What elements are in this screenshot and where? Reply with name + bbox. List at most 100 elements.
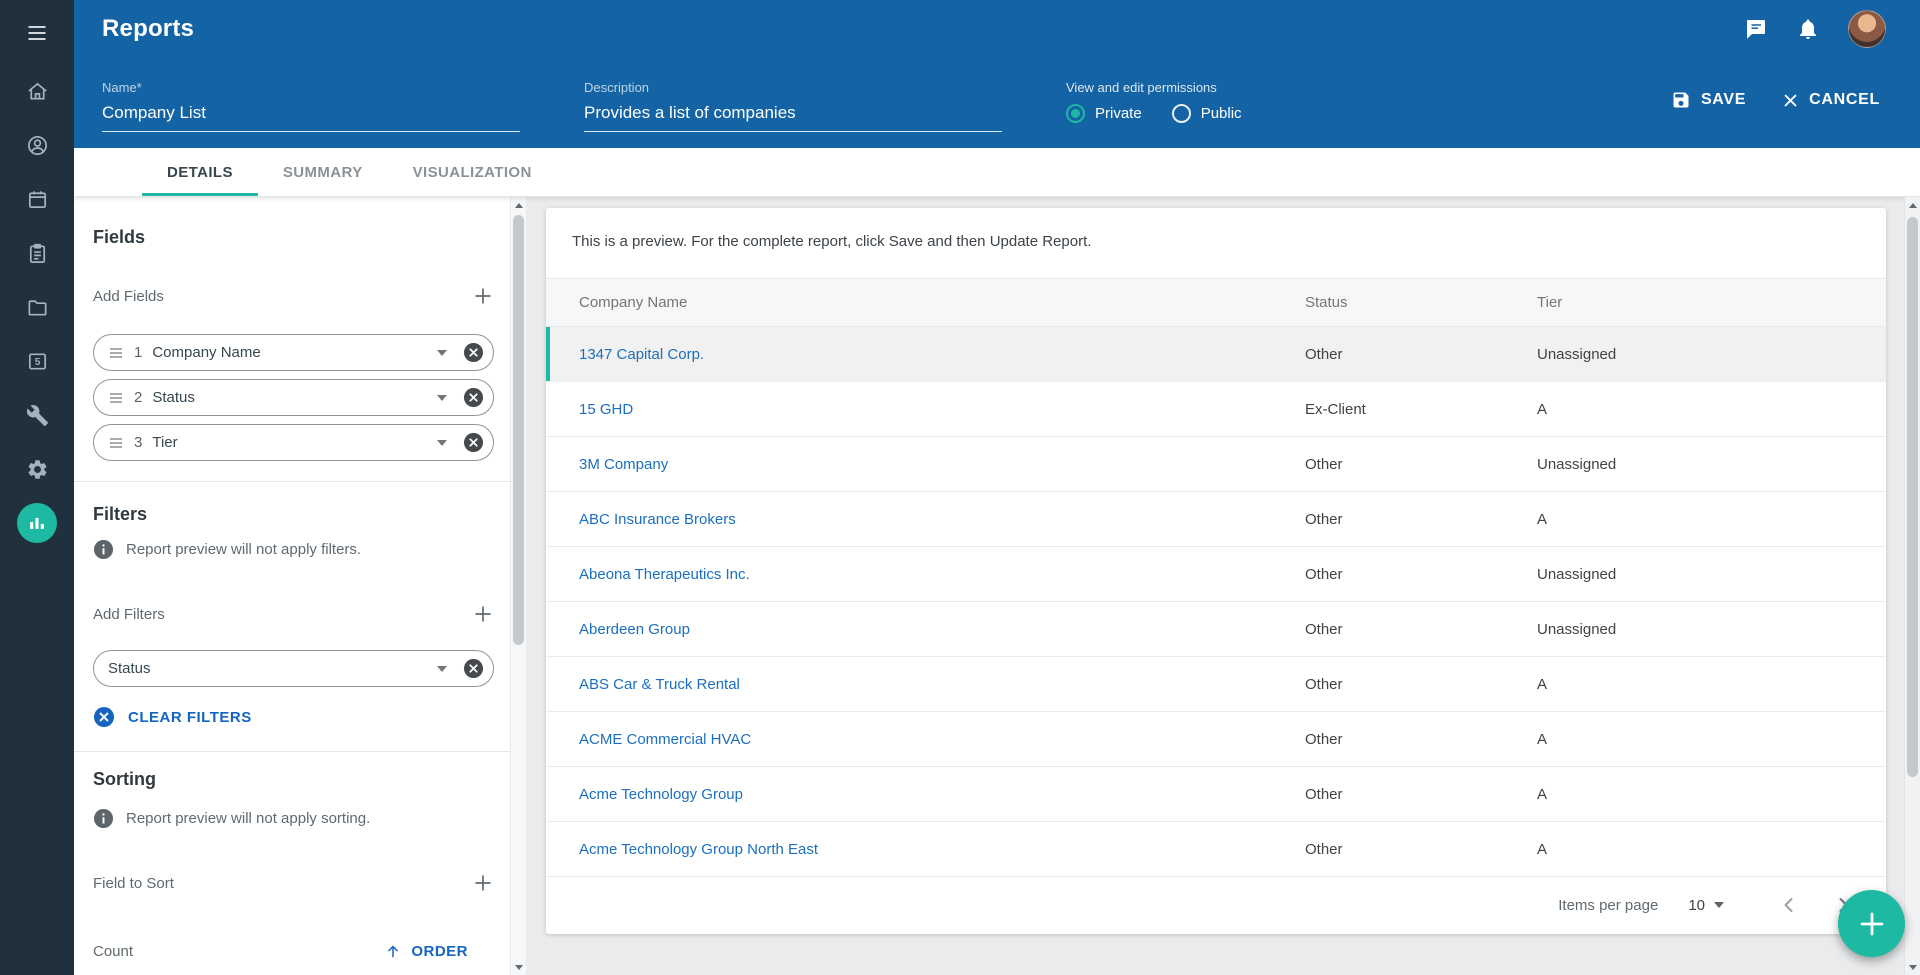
radio-private[interactable]: Private (1066, 104, 1142, 123)
table-row[interactable]: ABC Insurance Brokers Other A (546, 492, 1886, 547)
add-fields-button[interactable] (472, 285, 494, 307)
filters-note: Report preview will not apply filters. (126, 541, 361, 558)
radio-private-label: Private (1095, 105, 1142, 122)
table-row[interactable]: Abeona Therapeutics Inc. Other Unassigne… (546, 547, 1886, 602)
nav-item-contacts[interactable] (17, 125, 57, 165)
tab-details[interactable]: DETAILS (142, 148, 258, 196)
company-link[interactable]: Aberdeen Group (579, 621, 690, 638)
remove-icon[interactable] (463, 387, 484, 408)
company-link[interactable]: Acme Technology Group North East (579, 841, 818, 858)
tier-cell: Unassigned (1537, 456, 1886, 473)
avatar[interactable] (1848, 10, 1886, 48)
tab-summary[interactable]: SUMMARY (258, 148, 388, 196)
scroll-up-icon[interactable] (1905, 197, 1920, 213)
remove-icon[interactable] (463, 658, 484, 679)
table-row[interactable]: 3M Company Other Unassigned (546, 437, 1886, 492)
clear-filters-button[interactable]: CLEAR FILTERS (93, 705, 494, 729)
company-link[interactable]: ABC Insurance Brokers (579, 511, 736, 528)
scrollbar-thumb[interactable] (1907, 217, 1918, 777)
permissions-label: View and edit permissions (1066, 80, 1242, 95)
table-row[interactable]: Aberdeen Group Other Unassigned (546, 602, 1886, 657)
add-sort-field-button[interactable] (472, 872, 494, 894)
filter-chip-status[interactable]: Status (93, 650, 494, 687)
nav-item-folder[interactable] (17, 287, 57, 327)
notifications-icon[interactable] (1796, 17, 1820, 41)
table-row[interactable]: Acme Technology Group Other A (546, 767, 1886, 822)
nav-item-calendar[interactable] (17, 179, 57, 219)
column-header-tier: Tier (1537, 294, 1886, 311)
company-link[interactable]: 1347 Capital Corp. (579, 346, 704, 363)
name-label: Name* (102, 80, 520, 95)
column-header-status: Status (1305, 294, 1537, 311)
field-chip-status[interactable]: 2 Status (93, 379, 494, 416)
menu-icon[interactable] (17, 13, 57, 53)
nav-item-home[interactable] (17, 71, 57, 111)
arrow-up-icon (384, 942, 402, 960)
company-link[interactable]: 3M Company (579, 456, 668, 473)
company-link[interactable]: ACME Commercial HVAC (579, 731, 751, 748)
table-row[interactable]: 15 GHD Ex-Client A (546, 382, 1886, 437)
field-to-sort-label: Field to Sort (93, 875, 174, 892)
table-row[interactable]: ACME Commercial HVAC Other A (546, 712, 1886, 767)
nav-item-tools[interactable] (17, 395, 57, 435)
scroll-down-icon[interactable] (511, 959, 527, 975)
radio-unselected-icon[interactable] (1172, 104, 1191, 123)
nav-item-card-5[interactable]: 5 (17, 341, 57, 381)
permissions-group: View and edit permissions Private Public (1066, 80, 1242, 123)
nav-item-settings[interactable] (17, 449, 57, 489)
field-chip-tier[interactable]: 3 Tier (93, 424, 494, 461)
status-cell: Other (1305, 841, 1537, 858)
save-icon (1671, 90, 1691, 110)
table-row[interactable]: Acme Technology Group North East Other A (546, 822, 1886, 877)
field-order: 2 (134, 389, 142, 406)
chevron-down-icon[interactable] (437, 440, 447, 446)
company-link[interactable]: Abeona Therapeutics Inc. (579, 566, 750, 583)
nav-item-reports[interactable] (17, 503, 57, 543)
filter-label: Status (108, 660, 437, 677)
info-icon (93, 539, 114, 560)
sort-order-button[interactable]: ORDER (384, 942, 468, 960)
report-preview-card: This is a preview. For the complete repo… (546, 208, 1886, 934)
tab-visualization[interactable]: VISUALIZATION (388, 148, 557, 196)
plus-icon (472, 285, 494, 307)
add-report-fab[interactable] (1838, 890, 1905, 957)
chevron-down-icon (1714, 902, 1724, 908)
plus-icon (472, 603, 494, 625)
chat-icon[interactable] (1744, 17, 1768, 41)
name-field-group: Name* Company List (102, 80, 520, 132)
scroll-up-icon[interactable] (511, 197, 527, 213)
company-link[interactable]: Acme Technology Group (579, 786, 743, 803)
chevron-left-icon (1777, 893, 1801, 917)
sorting-section-title: Sorting (93, 769, 494, 790)
remove-icon[interactable] (463, 342, 484, 363)
add-filters-button[interactable] (472, 603, 494, 625)
radio-public[interactable]: Public (1172, 104, 1242, 123)
remove-icon[interactable] (463, 432, 484, 453)
items-per-page-select[interactable]: 10 (1688, 897, 1724, 914)
tier-cell: A (1537, 786, 1886, 803)
drag-handle-icon[interactable] (108, 436, 124, 450)
table-row[interactable]: 1347 Capital Corp. Other Unassigned (546, 327, 1886, 382)
chevron-down-icon[interactable] (437, 395, 447, 401)
field-chip-company-name[interactable]: 1 Company Name (93, 334, 494, 371)
save-button[interactable]: SAVE (1671, 90, 1746, 110)
previous-page-button[interactable] (1776, 892, 1802, 918)
scroll-down-icon[interactable] (1905, 959, 1920, 975)
description-input[interactable]: Provides a list of companies (584, 103, 1002, 132)
chevron-down-icon[interactable] (437, 350, 447, 356)
radio-selected-icon[interactable] (1066, 104, 1085, 123)
drag-handle-icon[interactable] (108, 391, 124, 405)
status-cell: Other (1305, 731, 1537, 748)
nav-item-tasks[interactable] (17, 233, 57, 273)
chevron-down-icon[interactable] (437, 666, 447, 672)
tier-cell: A (1537, 511, 1886, 528)
company-link[interactable]: 15 GHD (579, 401, 633, 418)
company-link[interactable]: ABS Car & Truck Rental (579, 676, 740, 693)
cancel-button[interactable]: CANCEL (1782, 91, 1880, 109)
page-scrollbar[interactable] (1904, 197, 1920, 975)
scrollbar-thumb[interactable] (513, 215, 524, 645)
table-row[interactable]: ABS Car & Truck Rental Other A (546, 657, 1886, 712)
drag-handle-icon[interactable] (108, 346, 124, 360)
name-input[interactable]: Company List (102, 103, 520, 132)
panel-scrollbar[interactable] (510, 197, 526, 975)
